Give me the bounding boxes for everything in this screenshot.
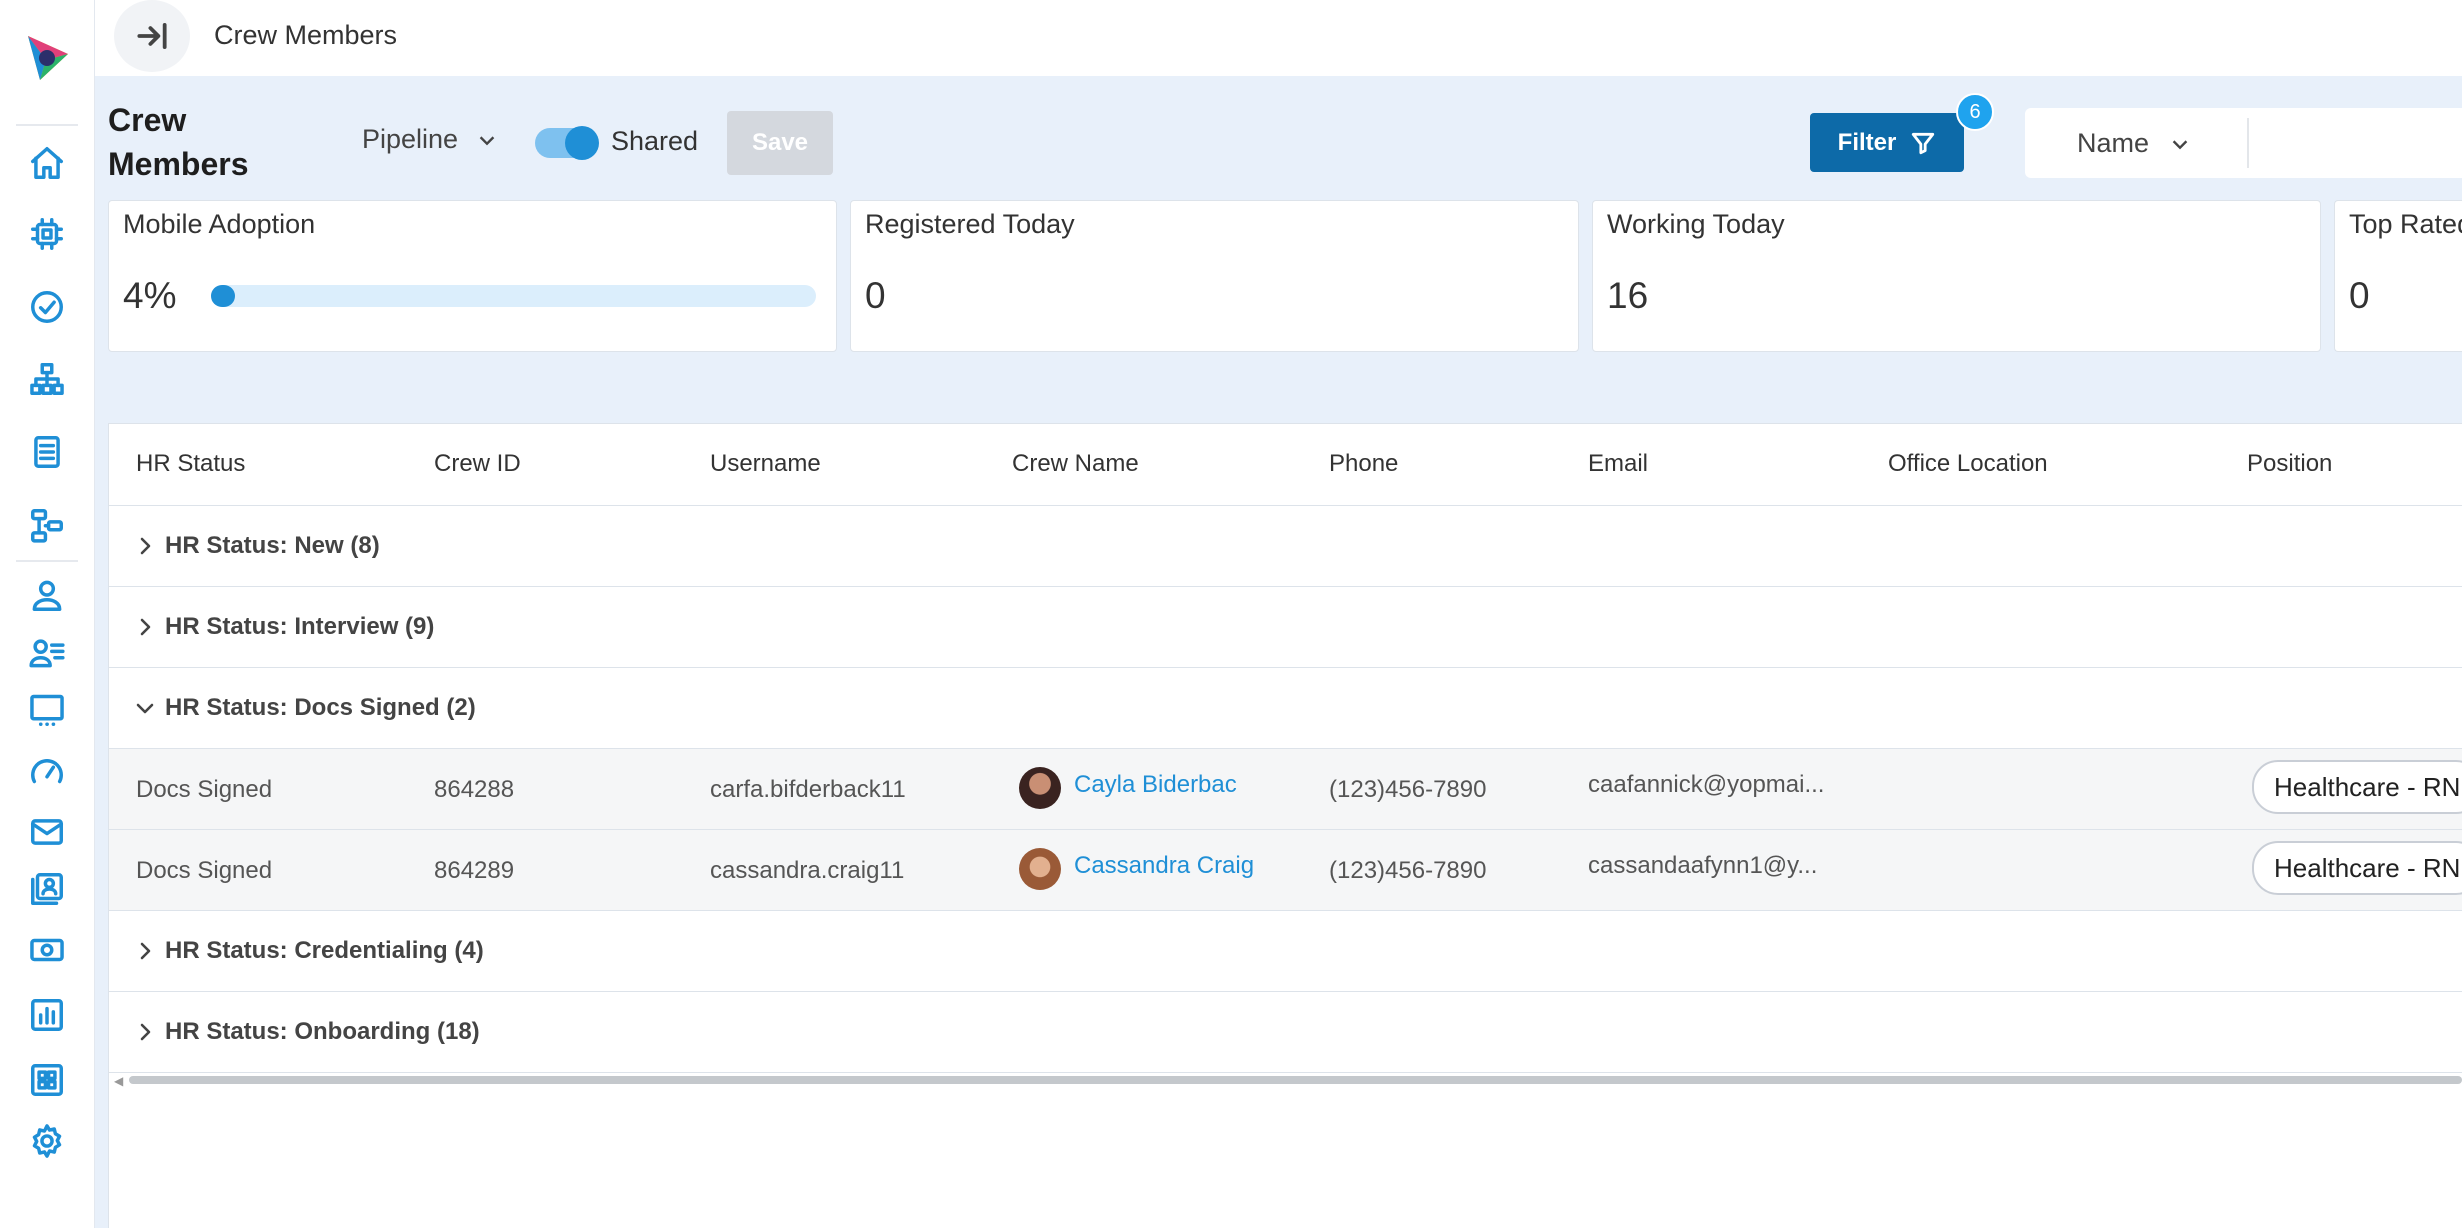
table-header: HR Status Crew ID Username Crew Name Pho…: [109, 424, 2462, 506]
crew-name-link[interactable]: Cassandra Craig: [1074, 852, 1254, 880]
adoption-progress-bar: [211, 285, 816, 307]
monitor-icon[interactable]: [28, 691, 66, 729]
column-header-phone[interactable]: Phone: [1329, 450, 1398, 478]
avatar: [1019, 767, 1061, 809]
mail-icon[interactable]: [28, 813, 66, 851]
stat-value: 0: [865, 275, 886, 316]
column-header-hr-status[interactable]: HR Status: [136, 450, 245, 478]
gear-icon[interactable]: [28, 1122, 66, 1160]
chevron-down-icon: [479, 135, 495, 145]
horizontal-scrollbar[interactable]: [129, 1076, 2462, 1084]
search-field-value: Name: [2077, 128, 2150, 158]
top-bar: Crew Members: [95, 0, 2462, 76]
column-header-username[interactable]: Username: [710, 450, 821, 478]
expand-sidebar-button[interactable]: [114, 0, 190, 72]
table-row[interactable]: Docs Signed 864289 cassandra.craig11 Cas…: [109, 830, 2462, 911]
cell-phone: (123)456-7890: [1329, 857, 1487, 884]
cell-username: cassandra.craig11: [710, 857, 905, 884]
cell-email: caafannick@yopmai...: [1588, 771, 1825, 798]
stat-title: Mobile Adoption: [123, 209, 316, 239]
crew-table: HR Status Crew ID Username Crew Name Pho…: [108, 423, 2462, 1228]
column-header-crew-id[interactable]: Crew ID: [434, 450, 521, 478]
cell-phone: (123)456-7890: [1329, 776, 1487, 803]
check-circle-icon[interactable]: [28, 288, 66, 326]
document-icon[interactable]: [28, 433, 66, 471]
group-label: HR Status: New (8): [165, 532, 380, 559]
app-logo[interactable]: [20, 30, 74, 84]
shared-label: Shared: [611, 126, 699, 156]
group-label: HR Status: Onboarding (18): [165, 1018, 480, 1045]
filter-button[interactable]: Filter: [1810, 113, 1964, 172]
stat-title: Working Today: [1607, 209, 1785, 239]
workflow-icon[interactable]: [28, 506, 66, 544]
stat-title: Registered Today: [865, 209, 1075, 239]
group-label: HR Status: Interview (9): [165, 613, 435, 640]
id-card-icon[interactable]: [28, 870, 66, 908]
column-header-office-location[interactable]: Office Location: [1888, 450, 2048, 478]
view-select[interactable]: Pipeline: [362, 124, 498, 155]
avatar: [1019, 848, 1061, 890]
chevron-down-icon: [2172, 139, 2188, 149]
cell-email: cassandaafynn1@y...: [1588, 852, 1818, 879]
group-row-docs-signed[interactable]: HR Status: Docs Signed (2): [109, 668, 2462, 749]
chevron-right-icon: [133, 939, 157, 963]
group-label: HR Status: Docs Signed (2): [165, 694, 476, 721]
left-nav-rail: [0, 0, 95, 1228]
search-field-select[interactable]: Name: [2025, 108, 2462, 178]
grid-icon[interactable]: [28, 1061, 66, 1099]
home-icon[interactable]: [28, 144, 66, 182]
position-chip[interactable]: Healthcare - RN: [2252, 760, 2462, 814]
scroll-left-arrow[interactable]: ◀: [114, 1074, 123, 1088]
group-row-interview[interactable]: HR Status: Interview (9): [109, 587, 2462, 668]
rail-divider: [16, 560, 78, 562]
cell-hr-status: Docs Signed: [136, 857, 273, 884]
money-icon[interactable]: [28, 931, 66, 969]
page-title: Crew Members: [108, 102, 249, 182]
stat-value: 16: [1607, 275, 1649, 316]
funnel-icon: [1912, 132, 1935, 154]
group-row-new[interactable]: HR Status: New (8): [109, 506, 2462, 587]
save-button[interactable]: Save: [727, 111, 833, 175]
group-row-credentialing[interactable]: HR Status: Credentialing (4): [109, 911, 2462, 992]
filter-label: Filter: [1837, 128, 1897, 156]
group-row-onboarding[interactable]: HR Status: Onboarding (18): [109, 992, 2462, 1073]
stat-card-registered-today: Registered Today 0: [850, 200, 1579, 352]
column-header-position[interactable]: Position: [2247, 450, 2332, 478]
stat-value: 0: [2349, 275, 2370, 316]
cell-crew-id: 864288: [434, 776, 515, 803]
chevron-right-icon: [133, 615, 157, 639]
view-select-value: Pipeline: [362, 124, 459, 154]
cell-hr-status: Docs Signed: [136, 776, 273, 803]
breadcrumb: Crew Members: [214, 20, 398, 50]
stat-title: Top Rated: [2349, 209, 2462, 239]
filter-count-badge: 6: [1956, 93, 1994, 131]
toggle-knob: [565, 126, 599, 160]
divider: [2247, 118, 2249, 168]
chevron-down-icon: [133, 696, 157, 720]
org-chart-icon[interactable]: [28, 360, 66, 398]
arrow-to-right-icon: [137, 23, 167, 49]
chevron-right-icon: [133, 1020, 157, 1044]
bar-chart-icon[interactable]: [28, 996, 66, 1034]
stat-card-top-rated: Top Rated 0: [2334, 200, 2462, 352]
table-row[interactable]: Docs Signed 864288 carfa.bifderback11 Ca…: [109, 749, 2462, 830]
column-header-crew-name[interactable]: Crew Name: [1012, 450, 1139, 478]
user-icon[interactable]: [28, 576, 66, 614]
chevron-right-icon: [133, 534, 157, 558]
rail-divider: [16, 124, 78, 126]
column-header-email[interactable]: Email: [1588, 450, 1648, 478]
position-chip[interactable]: Healthcare - RN: [2252, 841, 2462, 895]
gauge-icon[interactable]: [28, 753, 66, 791]
cell-crew-id: 864289: [434, 857, 515, 884]
cell-username: carfa.bifderback11: [710, 776, 906, 803]
stat-card-mobile-adoption: Mobile Adoption 4%: [108, 200, 837, 352]
chip-icon[interactable]: [28, 215, 66, 253]
progress-fill: [211, 285, 236, 307]
user-list-icon[interactable]: [28, 634, 66, 672]
crew-name-link[interactable]: Cayla Biderbac: [1074, 771, 1237, 799]
group-label: HR Status: Credentialing (4): [165, 937, 484, 964]
shared-toggle[interactable]: [535, 126, 599, 160]
stat-value: 4%: [123, 275, 177, 316]
stat-card-working-today: Working Today 16: [1592, 200, 2321, 352]
